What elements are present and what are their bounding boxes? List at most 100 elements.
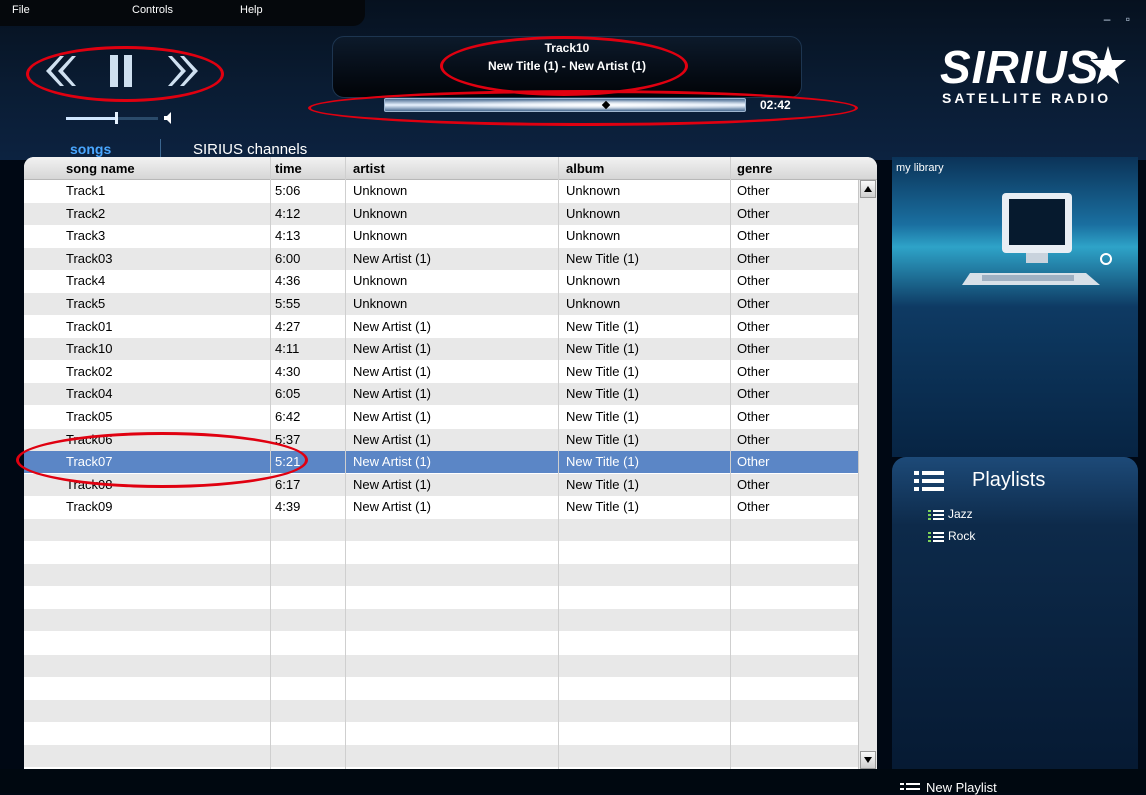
table-row[interactable]: Track03 6:00 New Artist (1) New Title (1) Ot… — [24, 247, 858, 270]
playlist-item-rock[interactable]: Rock — [928, 529, 975, 543]
cell-artist: New Artist (1) — [353, 386, 432, 402]
window-controls[interactable]: – ▫ — [1104, 12, 1136, 26]
column-header-genre[interactable]: genre — [737, 161, 772, 176]
cell-artist: Unknown — [353, 183, 408, 198]
pause-button[interactable] — [98, 48, 144, 94]
table-row[interactable]: Track3 4:13 Unknown Unknown Other — [24, 225, 858, 247]
cell-artist: Unknown — [353, 273, 408, 289]
table-row[interactable]: Track10 4:11 New Artist (1) New Title (1) Ot… — [24, 338, 858, 361]
column-header-artist[interactable]: artist — [353, 161, 385, 176]
tab-songs[interactable]: songs — [70, 141, 111, 157]
previous-button[interactable] — [38, 48, 84, 94]
cell-song-name: Track5 — [66, 296, 106, 311]
empty-row — [24, 722, 858, 744]
cell-genre: Other — [737, 228, 770, 244]
cell-artist: Unknown — [353, 228, 408, 244]
table-row[interactable]: Track02 4:30 New Artist (1) New Title (1) Ot… — [24, 361, 858, 383]
empty-row — [24, 654, 858, 677]
cell-song-name: Track1 — [66, 183, 106, 198]
table-row[interactable]: Track1 5:06 Unknown Unknown Other — [24, 180, 858, 202]
column-header-time[interactable]: time — [275, 161, 302, 176]
table-row[interactable]: Track04 6:05 New Artist (1) New Title (1) Ot… — [24, 383, 858, 406]
tab-sirius-channels[interactable]: SIRIUS channels — [193, 141, 307, 158]
empty-row — [24, 609, 858, 632]
cell-time: 4:30 — [275, 363, 301, 379]
cell-genre: Other — [737, 341, 770, 357]
playlist-label: Jazz — [948, 507, 973, 521]
cell-time: 5:55 — [275, 296, 301, 311]
cell-time: 4:39 — [275, 499, 301, 515]
column-divider — [270, 157, 271, 769]
table-row[interactable]: Track09 4:39 New Artist (1) New Title (1) Ot… — [24, 496, 858, 518]
cell-artist: New Artist (1) — [353, 363, 432, 379]
menu-file[interactable]: File — [12, 4, 30, 16]
cell-album: Unknown — [566, 205, 621, 221]
table-row[interactable]: Track5 5:55 Unknown Unknown Other — [24, 293, 858, 315]
cell-song-name: Track05 — [66, 409, 113, 424]
cell-album: New Title (1) — [566, 499, 639, 515]
cell-artist: New Artist (1) — [353, 318, 432, 334]
cell-genre: Other — [737, 386, 770, 402]
vertical-scrollbar[interactable] — [858, 180, 877, 769]
progress-glow — [385, 99, 745, 111]
table-row[interactable]: Track06 5:37 New Artist (1) New Title (1) Ot… — [24, 428, 858, 451]
table-body: Track1 5:06 Unknown Unknown Other Track2 4:12 U… — [24, 180, 858, 769]
table-row[interactable]: Track01 4:27 New Artist (1) New Title (1) Ot… — [24, 316, 858, 338]
playlists-panel: Playlists Jazz Rock — [892, 457, 1138, 769]
cell-song-name: Track07 — [66, 454, 113, 470]
table-row[interactable]: Track2 4:12 Unknown Unknown Other — [24, 202, 858, 225]
cell-album: Unknown — [566, 296, 621, 311]
cell-album: New Title (1) — [566, 318, 639, 334]
volume-handle[interactable] — [114, 112, 118, 124]
cell-genre: Other — [737, 183, 770, 198]
playlist-label: Rock — [948, 529, 976, 543]
cell-song-name: Track01 — [66, 318, 113, 334]
cell-artist: Unknown — [353, 296, 408, 311]
cell-time: 4:27 — [275, 318, 301, 334]
cell-song-name: Track08 — [66, 476, 113, 492]
cell-song-name: Track3 — [66, 228, 106, 244]
table-row[interactable]: Track08 6:17 New Artist (1) New Title (1) Ot… — [24, 473, 858, 496]
column-header-song-name[interactable]: song name — [66, 161, 135, 176]
table-row[interactable]: Track07 5:21 New Artist (1) New Title (1) Ot… — [24, 451, 858, 474]
cell-album: Unknown — [566, 228, 621, 244]
cell-song-name: Track09 — [66, 499, 113, 515]
rewind-icon — [46, 56, 76, 86]
next-button[interactable] — [162, 48, 208, 94]
cell-song-name: Track10 — [66, 341, 113, 357]
side-panel-background — [892, 307, 1138, 457]
table-row[interactable]: Track05 6:42 New Artist (1) New Title (1) Ot… — [24, 406, 858, 428]
empty-row — [24, 564, 858, 587]
scroll-down-button[interactable] — [860, 751, 876, 769]
playlist-item-jazz[interactable]: Jazz — [928, 507, 973, 521]
progress-bar[interactable] — [384, 98, 746, 112]
cell-song-name: Track2 — [66, 205, 106, 221]
my-library-panel[interactable]: my library — [892, 157, 1138, 307]
cell-song-name: Track03 — [66, 250, 113, 266]
cell-time: 4:13 — [275, 228, 301, 244]
column-divider — [730, 157, 731, 769]
table-header: song name time artist album genre — [24, 157, 877, 180]
cell-genre: Other — [737, 205, 770, 221]
table-row[interactable]: Track4 4:36 Unknown Unknown Other — [24, 270, 858, 292]
column-divider — [345, 157, 346, 769]
menu-controls[interactable]: Controls — [132, 4, 173, 16]
cell-album: New Title (1) — [566, 431, 639, 447]
cell-genre: Other — [737, 409, 770, 424]
cell-genre: Other — [737, 250, 770, 266]
tab-divider — [160, 139, 161, 157]
menu-help[interactable]: Help — [240, 4, 263, 16]
empty-row — [24, 632, 858, 654]
empty-row — [24, 587, 858, 609]
arrow-up-icon — [864, 186, 872, 192]
now-playing-title: Track10 — [544, 41, 590, 55]
cell-album: New Title (1) — [566, 476, 639, 492]
scroll-up-button[interactable] — [860, 180, 876, 198]
column-divider — [558, 157, 559, 769]
empty-row — [24, 699, 858, 722]
cell-album: New Title (1) — [566, 386, 639, 402]
cell-artist: New Artist (1) — [353, 476, 432, 492]
cell-artist: New Artist (1) — [353, 499, 432, 515]
column-header-album[interactable]: album — [566, 161, 604, 176]
cell-genre: Other — [737, 476, 770, 492]
